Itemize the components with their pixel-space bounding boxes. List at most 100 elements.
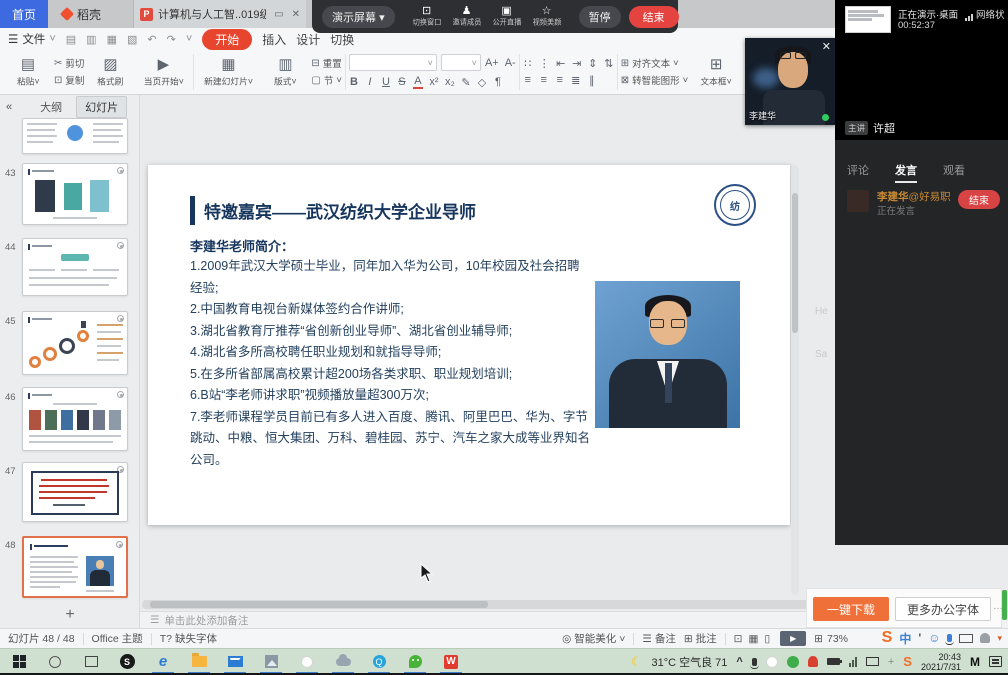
weather-moon-icon[interactable]: ☾ — [631, 654, 643, 670]
start-button[interactable] — [4, 649, 34, 674]
ribbon-tab-design[interactable]: 设计 — [296, 31, 320, 48]
slide-thumbnail-48-current[interactable] — [22, 536, 128, 598]
tab-document[interactable]: P 计算机与人工智..019级家长会 ▭ ✕ — [134, 0, 306, 28]
slide-thumbnail-47[interactable] — [22, 462, 128, 522]
present-screen-menu[interactable]: 演示屏幕 ▾ — [322, 6, 395, 28]
taskbar-explorer[interactable] — [184, 649, 214, 674]
ribbon-tab-insert[interactable]: 插入 — [262, 31, 286, 48]
increase-indent-button[interactable]: ⇥ — [572, 57, 582, 70]
user-icon[interactable] — [980, 633, 990, 643]
taskbar-wechat[interactable] — [400, 649, 430, 674]
slide-thumbnail-43[interactable] — [22, 163, 128, 225]
collapse-panel-button[interactable]: « — [6, 101, 12, 113]
file-menu[interactable]: ☰ 文件 ˅ — [8, 31, 56, 47]
missing-fonts-button[interactable]: T? 缺失字体 — [160, 631, 217, 646]
taskbar-photos[interactable] — [256, 649, 286, 674]
toolbox-icon[interactable]: ▾ — [997, 633, 1002, 644]
columns-button[interactable]: ∥ — [587, 74, 597, 87]
reset-button[interactable]: ⊟ 重置 — [311, 56, 342, 70]
ribbon-tab-start[interactable]: 开始 — [202, 29, 252, 50]
print-icon[interactable]: ▦ — [107, 33, 117, 46]
battery-icon[interactable] — [827, 658, 840, 665]
subscript-button[interactable]: x₂ — [445, 76, 455, 88]
slide-canvas[interactable]: 特邀嘉宾——武汉纺织大学企业导师 纺 李建华老师简介： 1.2009年武汉大学硕… — [148, 165, 790, 525]
speaker-photo[interactable] — [595, 281, 740, 428]
font-family-select[interactable]: ˅ — [349, 54, 437, 71]
sogou-tray-icon[interactable]: S — [903, 654, 912, 669]
redo-icon[interactable]: ↷ — [167, 33, 176, 46]
presentation-preview-thumbnail[interactable] — [845, 6, 891, 33]
align-center-button[interactable]: ≡ — [539, 74, 549, 86]
undo-icon[interactable]: ↶ — [147, 33, 156, 46]
close-icon[interactable]: ✕ — [822, 40, 831, 53]
notes-toggle-button[interactable]: ☰ 备注 — [642, 631, 675, 646]
numbering-button[interactable]: ⋮ — [539, 57, 550, 70]
section-button[interactable]: ▢ 节 ˅ — [311, 73, 342, 87]
network-tray-icon[interactable] — [849, 657, 857, 667]
save-icon[interactable]: ▤ — [66, 33, 76, 46]
display-icon[interactable] — [866, 657, 879, 666]
justify-button[interactable]: ≣ — [571, 74, 581, 87]
align-left-button[interactable]: ≡ — [523, 74, 533, 86]
taskbar-wps-writer[interactable]: W — [436, 649, 466, 674]
end-presentation-button[interactable]: 结束 — [629, 6, 679, 28]
play-from-page-button[interactable]: ▶ 当页开始˅ — [136, 56, 190, 88]
sort-text-button[interactable]: ⇅ — [604, 57, 614, 70]
tab-home[interactable]: 首页 — [0, 0, 48, 28]
slide-thumbnail-44[interactable] — [22, 238, 128, 296]
horizontal-scroll-thumb[interactable] — [150, 601, 488, 608]
underline-button[interactable]: U — [381, 76, 391, 88]
taskbar-ie[interactable]: e — [148, 649, 178, 674]
tab-comments[interactable]: 评论 — [847, 162, 869, 183]
taskbar-cloud-app[interactable] — [328, 649, 358, 674]
slide-body-text[interactable]: 1.2009年武汉大学硕士毕业，同年加入华为公司，10年校园及社会招聘经验; 2… — [190, 256, 590, 471]
task-view-button[interactable] — [76, 649, 106, 674]
zoom-level[interactable]: 73% — [827, 633, 848, 645]
usb-icon[interactable]: + — [888, 656, 894, 668]
hidden-icons-chevron[interactable]: ^ — [736, 656, 742, 668]
video-beauty-button[interactable]: ☆ 视频美颜 — [531, 5, 563, 28]
download-all-fonts-button[interactable]: 一键下载 — [813, 597, 889, 621]
smart-graphic-button[interactable]: ⊠ 转智能图形 ˅ — [621, 73, 688, 87]
tab-outline[interactable]: 大纲 — [40, 99, 62, 115]
network-status[interactable]: 网络状 — [965, 7, 1008, 21]
comments-toggle-button[interactable]: ⊞ 批注 — [684, 631, 717, 646]
superscript-button[interactable]: x² — [429, 76, 439, 88]
ime-indicator[interactable]: M — [970, 655, 980, 669]
slide-thumbnail-42[interactable] — [22, 118, 128, 154]
bullets-button[interactable]: ∷ — [523, 57, 533, 70]
emoji-icon[interactable]: ☺ — [928, 631, 940, 645]
sync-icon[interactable] — [787, 656, 799, 668]
pause-button[interactable]: 暂停 — [579, 6, 621, 28]
zoom-fit-icon[interactable]: ⊞ — [814, 633, 823, 645]
voice-input-icon[interactable] — [947, 634, 952, 642]
clock[interactable]: 20:43 2021/7/31 — [921, 652, 961, 672]
language-mode-icon[interactable]: 中 — [899, 630, 911, 647]
align-right-button[interactable]: ≡ — [555, 74, 565, 86]
strikethrough-button[interactable]: S — [397, 76, 407, 88]
more-commands-icon[interactable]: ˅ — [186, 33, 192, 45]
keyboard-icon[interactable] — [959, 634, 973, 643]
speaker-avatar[interactable] — [847, 190, 869, 212]
cut-button[interactable]: ✂ 剪切 — [54, 56, 84, 70]
format-painter-button[interactable]: ▨ 格式刷 — [87, 56, 133, 88]
taskbar-qq[interactable]: Q — [364, 649, 394, 674]
tab-watching[interactable]: 观看 — [943, 162, 965, 183]
font-size-select[interactable]: ˅ — [441, 54, 481, 71]
invite-members-button[interactable]: ♟ 邀请成员 — [451, 5, 483, 28]
layout-button[interactable]: ▥ 版式˅ — [262, 56, 308, 88]
more-office-fonts-button[interactable]: 更多办公字体 — [895, 597, 991, 621]
slideshow-play-button[interactable]: ▶ — [780, 631, 806, 646]
mic-tray-icon[interactable] — [752, 658, 757, 666]
add-slide-button[interactable]: + — [0, 606, 140, 624]
increase-font-icon[interactable]: A+ — [485, 57, 499, 69]
paste-button[interactable]: ▤ 粘贴˅ — [5, 56, 51, 88]
tab-docer[interactable]: 稻壳 — [50, 0, 134, 28]
tab-speaking[interactable]: 发言 — [895, 162, 917, 183]
highlighter-button[interactable]: ✎ — [461, 76, 471, 89]
line-spacing-button[interactable]: ⇕ — [588, 57, 598, 70]
clear-format-button[interactable]: ◇ — [477, 76, 487, 89]
theme-name[interactable]: Office 主题 — [92, 631, 143, 646]
preview-icon[interactable]: ▧ — [127, 33, 137, 46]
view-reading-button[interactable]: ▯ — [764, 633, 770, 645]
